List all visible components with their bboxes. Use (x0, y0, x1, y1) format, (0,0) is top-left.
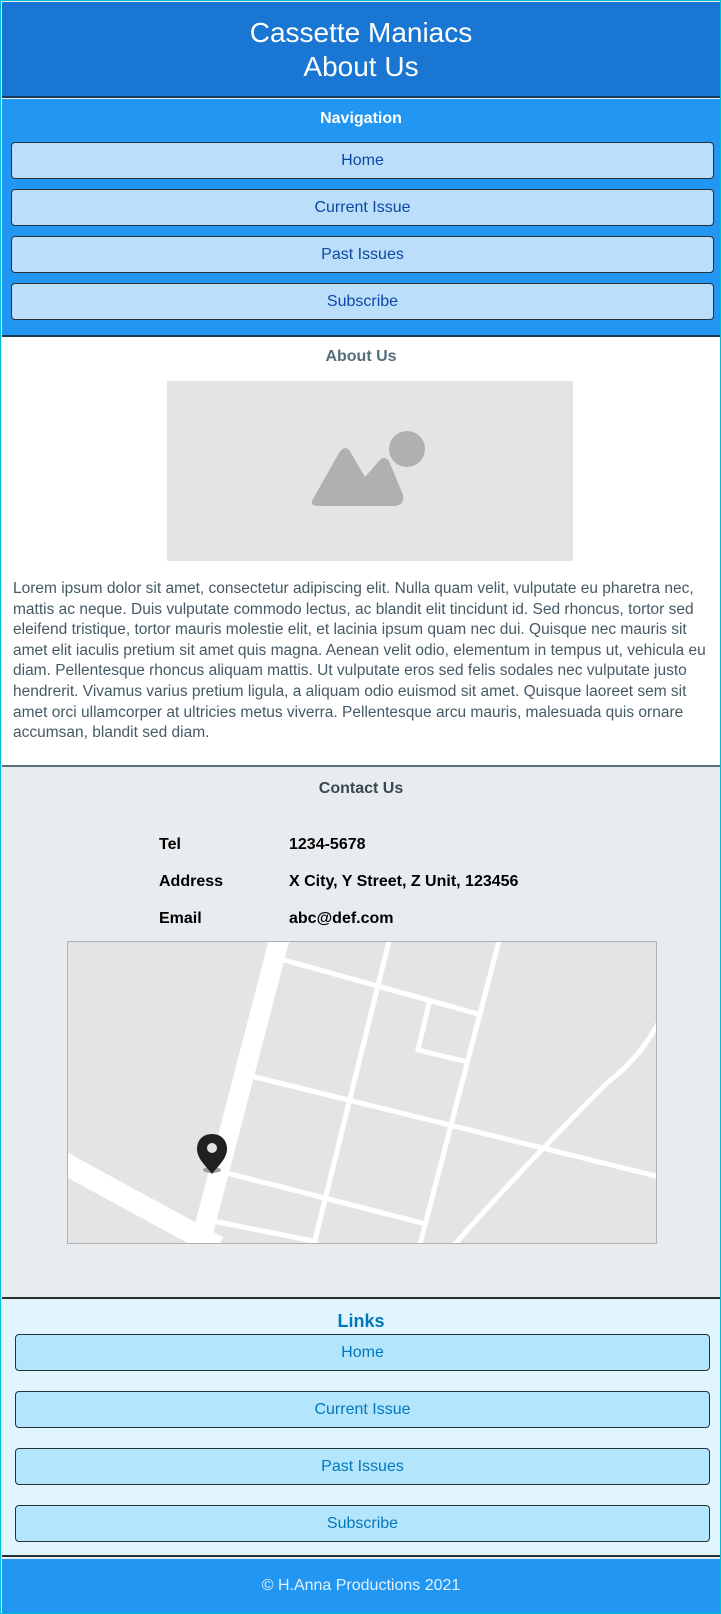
tel-value: 1234-5678 (289, 836, 366, 853)
map-graphic (68, 942, 656, 1243)
about-text: Lorem ipsum dolor sit amet, consectetur … (13, 580, 706, 742)
image-placeholder-icon (311, 431, 425, 506)
nav-past-issues-button[interactable]: Past Issues (11, 236, 714, 273)
page-title: About Us (303, 51, 419, 82)
navigation-section: Navigation Home Current Issue Past Issue… (2, 99, 720, 337)
address-value: X City, Y Street, Z Unit, 123456 (289, 873, 519, 890)
contact-section: Contact Us Tel 1234-5678 Address X City,… (2, 769, 720, 1299)
link-past-issues-button[interactable]: Past Issues (15, 1448, 710, 1485)
navigation-title: Navigation (320, 110, 402, 127)
email-value: abc@def.com (289, 910, 394, 927)
site-header: Cassette Maniacs About Us (2, 2, 720, 98)
location-map[interactable] (67, 941, 657, 1244)
link-home-button[interactable]: Home (15, 1334, 710, 1371)
about-title: About Us (325, 348, 397, 365)
site-title: Cassette Maniacs (249, 17, 473, 48)
link-subscribe-button[interactable]: Subscribe (15, 1505, 710, 1542)
about-section: About Us Lorem ipsum dolor sit amet, con… (2, 337, 720, 767)
email-label: Email (159, 910, 202, 927)
nav-subscribe-button[interactable]: Subscribe (11, 283, 714, 320)
nav-home-button[interactable]: Home (11, 142, 714, 179)
footer-text: © H.Anna Productions 2021 (261, 1577, 461, 1594)
nav-current-issue-button[interactable]: Current Issue (11, 189, 714, 226)
about-image (167, 381, 573, 561)
address-label: Address (159, 873, 224, 890)
tel-label: Tel (159, 836, 181, 853)
links-section: Links Home Current Issue Past Issues Sub… (2, 1301, 720, 1557)
page-frame: Cassette Maniacs About Us Navigation Hom… (0, 0, 721, 1614)
site-footer: © H.Anna Productions 2021 (2, 1559, 720, 1613)
link-current-issue-button[interactable]: Current Issue (15, 1391, 710, 1428)
links-title: Links (337, 1311, 385, 1331)
contact-title: Contact Us (318, 780, 404, 797)
